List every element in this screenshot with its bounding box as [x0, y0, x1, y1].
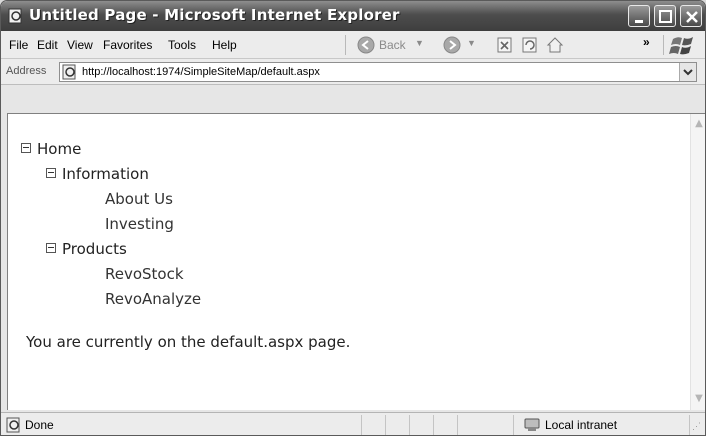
menu-bar: File Edit View Favorites Tools Help Back… — [1, 31, 705, 59]
status-divider — [513, 415, 514, 435]
page-content: Home Information About Us Investing Prod… — [7, 113, 705, 410]
stop-icon[interactable] — [496, 36, 514, 54]
ie-page-icon — [8, 8, 22, 24]
menu-tools[interactable]: Tools — [168, 38, 196, 52]
forward-arrow-icon — [443, 36, 461, 54]
status-divider — [457, 415, 458, 435]
tree-node-revoanalyze[interactable]: RevoAnalyze — [105, 290, 201, 308]
address-bar: Address http://localhost:1974/SimpleSite… — [1, 59, 705, 85]
menu-help[interactable]: Help — [212, 38, 237, 52]
tree-node-investing[interactable]: Investing — [105, 215, 174, 233]
ie-page-icon — [62, 64, 76, 80]
tree-node-label[interactable]: Home — [37, 140, 81, 158]
address-label: Address — [6, 65, 47, 77]
title-bar[interactable]: Untitled Page - Microsoft Internet Explo… — [1, 1, 705, 31]
back-dropdown-icon[interactable]: ▼ — [415, 38, 424, 48]
collapse-icon[interactable] — [46, 168, 56, 178]
current-page-message: You are currently on the default.aspx pa… — [26, 333, 351, 351]
forward-dropdown-icon[interactable]: ▼ — [467, 38, 476, 48]
address-url: http://localhost:1974/SimpleSiteMap/defa… — [82, 66, 320, 78]
ie-page-icon — [6, 417, 20, 433]
home-icon[interactable] — [546, 36, 564, 54]
back-label: Back — [379, 38, 406, 52]
status-divider — [385, 415, 386, 435]
status-text: Done — [25, 418, 54, 432]
tree-node-label[interactable]: Information — [62, 165, 149, 183]
tree-node-products[interactable]: Products — [46, 240, 127, 258]
menu-edit[interactable]: Edit — [37, 38, 58, 52]
address-input[interactable]: http://localhost:1974/SimpleSiteMap/defa… — [59, 62, 697, 82]
windows-logo-icon — [669, 37, 693, 55]
close-icon — [686, 11, 698, 23]
menu-view[interactable]: View — [67, 38, 93, 52]
status-divider — [433, 415, 434, 435]
back-arrow-icon — [357, 36, 375, 54]
scroll-down-icon[interactable]: ▼ — [692, 392, 705, 406]
chevron-down-icon — [683, 69, 693, 76]
close-button[interactable] — [680, 5, 702, 27]
maximize-icon — [659, 10, 672, 23]
refresh-icon[interactable] — [521, 36, 539, 54]
status-divider — [409, 415, 410, 435]
tree-node-information[interactable]: Information — [46, 165, 149, 183]
address-dropdown-button[interactable] — [679, 63, 696, 81]
resize-grip-icon[interactable]: ⋰ — [692, 421, 701, 432]
collapse-icon[interactable] — [46, 243, 56, 253]
security-zone-label: Local intranet — [545, 418, 618, 432]
status-divider — [689, 415, 690, 435]
menu-favorites[interactable]: Favorites — [103, 38, 152, 52]
scroll-up-icon[interactable]: ▲ — [692, 117, 705, 131]
maximize-button[interactable] — [654, 5, 676, 27]
collapse-icon[interactable] — [21, 143, 31, 153]
window-title: Untitled Page - Microsoft Internet Explo… — [29, 6, 400, 24]
vertical-scrollbar[interactable]: ▲ ▼ — [690, 114, 705, 410]
toolbar-overflow-chevron[interactable]: » — [643, 35, 650, 49]
menu-file[interactable]: File — [9, 38, 28, 52]
local-intranet-icon — [524, 418, 540, 431]
status-bar: Done Local intranet ⋰ — [1, 412, 705, 435]
toolbar-separator — [345, 35, 346, 55]
minimize-button[interactable] — [628, 5, 650, 27]
tree-node-about-us[interactable]: About Us — [105, 190, 173, 208]
toolbar-separator-2 — [663, 35, 664, 55]
minimize-icon — [635, 20, 643, 23]
status-divider — [361, 415, 362, 435]
tree-node-home[interactable]: Home — [21, 140, 81, 158]
browser-window: Untitled Page - Microsoft Internet Explo… — [0, 0, 706, 436]
tree-node-label[interactable]: Products — [62, 240, 127, 258]
tree-node-revostock[interactable]: RevoStock — [105, 265, 184, 283]
